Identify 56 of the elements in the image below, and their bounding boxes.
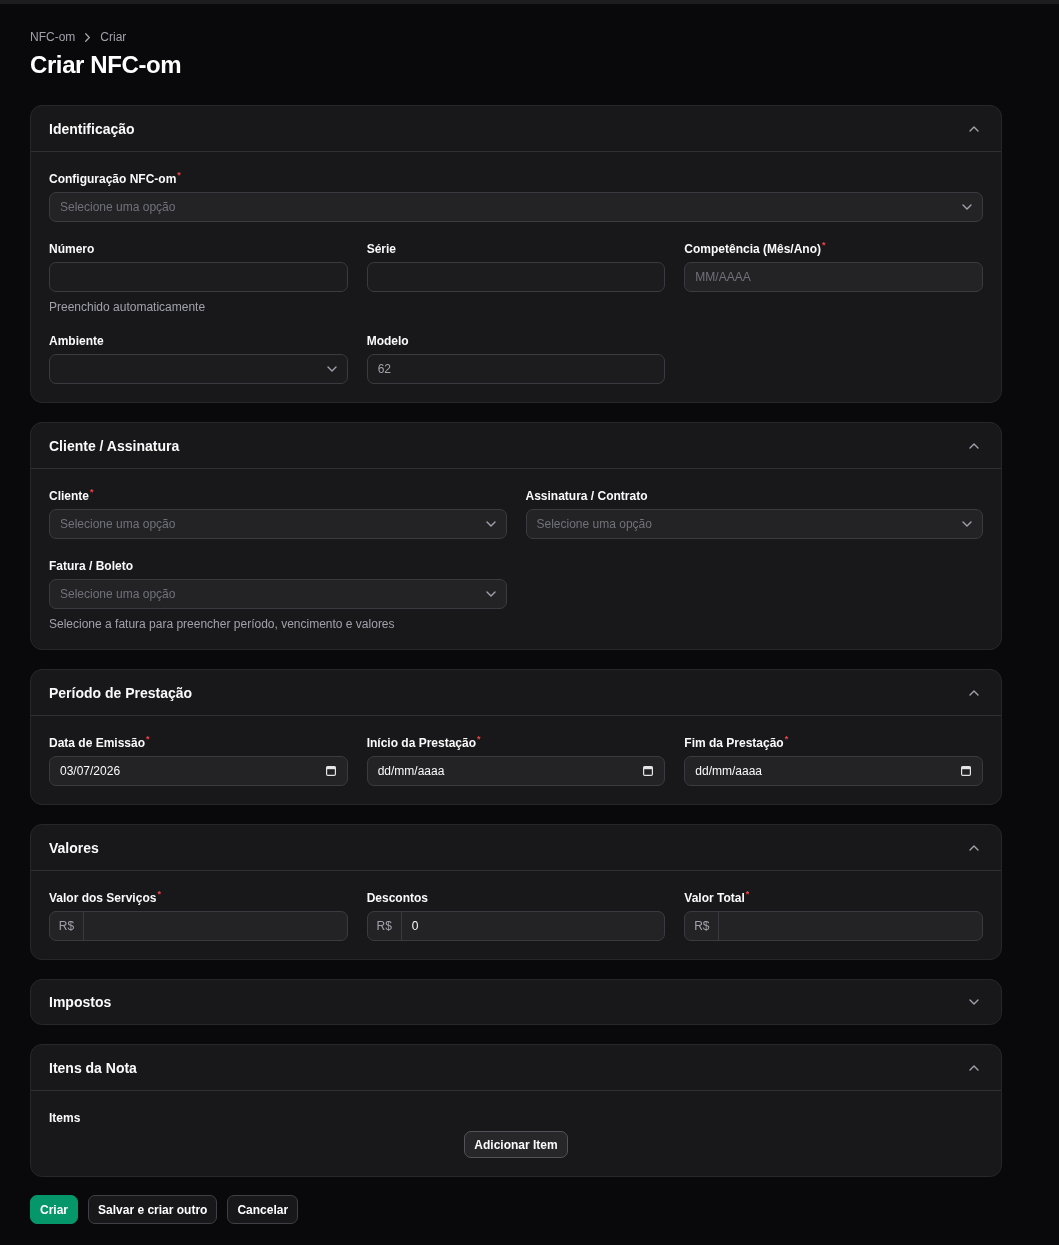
currency-prefix: R$ — [367, 912, 402, 940]
cancel-button[interactable]: Cancelar — [227, 1195, 299, 1224]
field-label: Valor dos Serviços$^{*}$ — [49, 891, 161, 905]
chevron-up-icon[interactable] — [969, 689, 979, 696]
chevron-down-icon — [326, 366, 337, 372]
field-label: Fim da Prestação$^{*}$ — [684, 736, 789, 750]
text-field[interactable]: MM/AAAA — [684, 262, 983, 292]
chevron-up-icon[interactable] — [969, 442, 979, 449]
field-label: Número — [49, 242, 95, 256]
section-title: Impostos — [49, 993, 112, 1011]
calendar-icon[interactable] — [643, 766, 654, 776]
section-title: Período de Prestação — [49, 683, 193, 702]
field-label: Fatura / Boleto — [49, 559, 133, 573]
field-label: Data de Emissão$^{*}$ — [49, 736, 150, 750]
chevron-up-icon[interactable] — [969, 125, 979, 132]
calendar-icon[interactable] — [325, 766, 336, 776]
breadcrumb-link[interactable]: NFC-om — [30, 30, 76, 44]
helper-text: Selecione a fatura para preencher período, vencimento e valores — [49, 617, 395, 631]
chevron-right-icon — [85, 32, 91, 42]
section-title: Cliente / Assinatura — [49, 436, 180, 455]
calendar-icon[interactable] — [961, 766, 971, 776]
field-label: Início da Prestação$^{*}$ — [366, 736, 481, 750]
field-label: Cliente$^{*}$ — [49, 489, 94, 503]
section-title: Itens da Nota — [49, 1058, 137, 1077]
field-label: Ambiente — [49, 334, 104, 348]
chevron-down-icon[interactable] — [969, 999, 979, 1005]
chevron-down-icon — [962, 204, 972, 210]
field-label: Items — [49, 1111, 81, 1125]
chevron-up-icon[interactable] — [969, 1064, 979, 1071]
chevron-down-icon — [962, 521, 972, 527]
save-and-create-another-button[interactable]: Salvar e criar outro — [88, 1195, 218, 1224]
page-title: Criar NFC-om — [30, 50, 182, 80]
date-field[interactable]: dd/mm/aaaa — [366, 756, 666, 786]
currency-prefix: R$ — [685, 912, 720, 940]
helper-text: Preenchido automaticamente — [49, 300, 206, 314]
money-field[interactable]: R$ 0 — [366, 911, 666, 941]
field-label: Série — [366, 242, 396, 256]
field-label: Modelo — [366, 334, 409, 348]
field-label: Assinatura / Contrato — [525, 489, 648, 503]
chevron-down-icon — [485, 521, 496, 527]
currency-prefix: R$ — [50, 912, 84, 940]
chevron-up-icon[interactable] — [969, 844, 979, 851]
create-button[interactable]: Criar — [30, 1195, 78, 1224]
field-label: Competência (Mês/Ano)$^{*}$ — [684, 242, 826, 256]
field-label: Valor Total$^{*}$ — [684, 891, 750, 905]
section-title: Identificação — [49, 119, 135, 138]
field-label: Descontos — [366, 891, 428, 905]
field-label: Configuração NFC-om$^{*}$ — [49, 172, 181, 186]
money-field[interactable]: R$ — [684, 911, 983, 941]
date-field[interactable]: 03/07/2026 — [49, 756, 348, 786]
breadcrumb-current: Criar — [100, 30, 127, 44]
add-item-button[interactable]: Adicionar Item — [464, 1131, 568, 1158]
section-title: Valores — [49, 838, 99, 857]
date-field[interactable]: dd/mm/aaaa — [684, 756, 983, 786]
chevron-down-icon — [485, 591, 496, 597]
money-field[interactable]: R$ — [49, 911, 348, 941]
